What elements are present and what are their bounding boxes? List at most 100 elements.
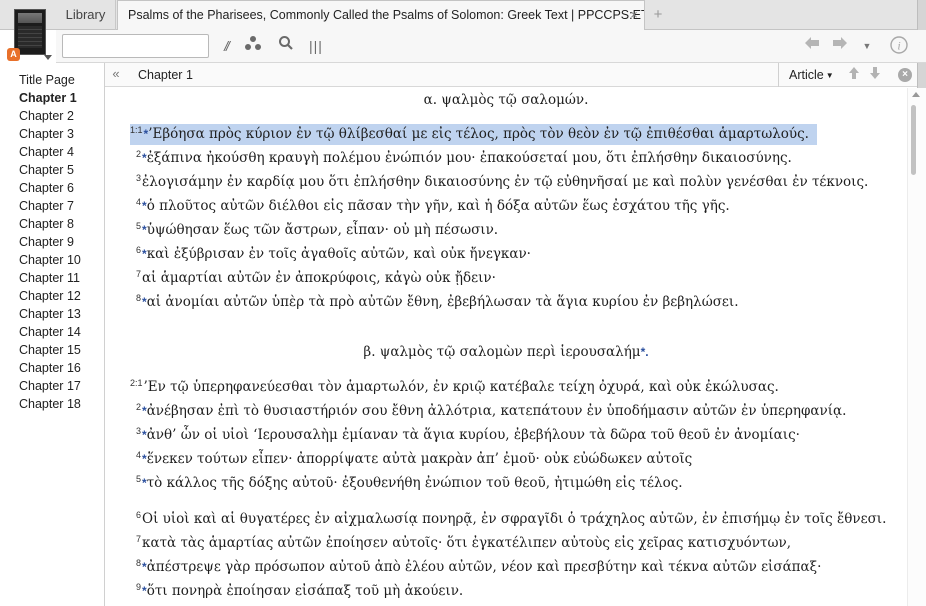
next-section-icon[interactable]	[867, 66, 883, 84]
toc-chapter-4[interactable]: Chapter 4	[0, 143, 104, 161]
toc-title-page[interactable]: Title Page	[0, 71, 104, 89]
verse-number: 7	[136, 269, 142, 279]
up-arrow-svg	[849, 67, 859, 79]
content-header-bar: « Chapter 1 Article ▼ ×	[105, 63, 917, 87]
verse-2-5[interactable]: 5*τὸ κάλλος τῆς δόξης αὐτοῦ· ἐξουθενήθη …	[136, 474, 683, 491]
back-arrow-icon[interactable]	[802, 35, 822, 57]
chevron-down-icon: ▼	[825, 71, 834, 80]
search-icon[interactable]	[276, 35, 296, 57]
toc-chapter-15[interactable]: Chapter 15	[0, 341, 104, 359]
toc-chapter-10[interactable]: Chapter 10	[0, 251, 104, 269]
verse-highlight: 1:1*’Εβόησα πρὸς κύριον ἐν τῷ θλίβεσθαί …	[130, 124, 817, 145]
verse-text: κατὰ τὰς ἁμαρτίας αὐτῶν ἐποίησεν αὐτοῖς·…	[142, 535, 791, 551]
psalm-2-heading-text: β. ψαλμὸς τῷ σαλομὼν περὶ ἱερουσαλήμ	[363, 344, 641, 360]
verse-2-3[interactable]: 3*ἀνθ’ ὧν οἱ υἱοὶ ‘Ιερουσαλὴμ ἐμίαναν τὰ…	[136, 426, 800, 443]
verse-number: 9	[136, 582, 142, 592]
toc-chapter-7[interactable]: Chapter 7	[0, 197, 104, 215]
verse-1-4[interactable]: 4*ὁ πλοῦτος αὐτῶν διέλθοι εἰς πᾶσαν τὴν …	[136, 197, 730, 214]
verse-2-7[interactable]: 7κατὰ τὰς ἁμαρτίας αὐτῶν ἐποίησεν αὐτοῖς…	[136, 534, 791, 551]
columns-icon[interactable]: |||	[306, 35, 326, 57]
verse-text: ἀπέστρεψε γὰρ πρόσωπον αὐτοῦ ἀπὸ ἐλέου α…	[146, 559, 822, 575]
verse-text: ἐξάπινα ἠκούσθη κραυγὴ πολέμου ἐνώπιόν μ…	[146, 150, 792, 166]
down-arrow-svg	[870, 67, 880, 79]
forward-arrow-svg	[833, 37, 847, 49]
scrollbar-thumb[interactable]	[911, 105, 916, 175]
visual-filter-icon[interactable]	[243, 35, 263, 57]
toc-chapter-2[interactable]: Chapter 2	[0, 107, 104, 125]
verse-text: καὶ ἐξύβρισαν ἐν τοῖς ἀγαθοῖς αὐτῶν, καὶ…	[146, 246, 531, 262]
toc-chapter-9[interactable]: Chapter 9	[0, 233, 104, 251]
verse-2-9[interactable]: 9*ὅτι πονηρὰ ἐποίησαν εἰσάπαξ τοῦ μὴ ἀκο…	[136, 582, 463, 599]
verse-text: ὅτι πονηρὰ ἐποίησαν εἰσάπαξ τοῦ μὴ ἀκούε…	[146, 583, 464, 599]
verse-1-2[interactable]: 2*ἐξάπινα ἠκούσθη κραυγὴ πολέμου ἐνώπιόν…	[136, 149, 792, 166]
verse-2-6[interactable]: 6Οἱ υἱοὶ καὶ αἱ θυγατέρες ἐν αἰχμαλωσίᾳ …	[136, 510, 886, 527]
toc-chapter-14[interactable]: Chapter 14	[0, 323, 104, 341]
toc-chapter-16[interactable]: Chapter 16	[0, 359, 104, 377]
toc-chapter-5[interactable]: Chapter 5	[0, 161, 104, 179]
view-mode-dropdown[interactable]: Article ▼	[778, 63, 834, 87]
tab-title: Psalms of the Pharisees, Commonly Called…	[128, 8, 645, 22]
verse-text: ἕνεκεν τούτων εἶπεν· ἀπορρίψατε αὐτὰ μακ…	[146, 451, 693, 467]
reading-pane: α. ψαλμὸς τῷ σαλομών. 1:1*’Εβόησα πρὸς κ…	[105, 88, 907, 606]
tab-active-resource[interactable]: Psalms of the Pharisees, Commonly Called…	[117, 0, 645, 31]
verse-text: ἐλογισάμην ἐν καρδίᾳ μου ὅτι ἐπλήσθην δι…	[142, 174, 869, 190]
toc-chapter-18[interactable]: Chapter 18	[0, 395, 104, 413]
verse-text: αἱ ἁμαρτίαι αὐτῶν ἐν ἀποκρύφοις, κἀγὼ οὐ…	[142, 270, 496, 286]
verse-1-6[interactable]: 6*καὶ ἐξύβρισαν ἐν τοῖς ἀγαθοῖς αὐτῶν, κ…	[136, 245, 531, 262]
verse-1-5[interactable]: 5*ὑψώθησαν ἕως τῶν ἄστρων, εἶπαν· οὐ μὴ …	[136, 221, 498, 238]
reference-input[interactable]	[62, 34, 209, 58]
forward-arrow-icon[interactable]	[830, 35, 850, 57]
verse-2-2[interactable]: 2*ἀνέβησαν ἐπὶ τὸ θυσιαστήριόν σου ἔθνη …	[136, 402, 846, 419]
verse-number: 4	[136, 450, 142, 460]
toc-chapter-8[interactable]: Chapter 8	[0, 215, 104, 233]
psalm-2-heading: β. ψαλμὸς τῷ σαλομὼν περὶ ἱερουσαλήμ*.	[105, 344, 907, 360]
cover-dropdown-caret-icon[interactable]	[44, 55, 52, 60]
toc-chapter-3[interactable]: Chapter 3	[0, 125, 104, 143]
scroll-up-arrow-icon[interactable]	[912, 92, 920, 97]
verse-number: 6	[136, 510, 142, 520]
verse-text: αἱ ἀνομίαι αὐτῶν ὑπὲρ τὰ πρὸ αὐτῶν ἔθνη,…	[146, 294, 739, 310]
verse-text: ’Εβόησα πρὸς κύριον ἐν τῷ θλίβεσθαί με ε…	[148, 126, 809, 142]
verse-2-1[interactable]: 2:1’Εν τῷ ὑπερηφανεύεσθαι τὸν ἁμαρτωλόν,…	[130, 378, 779, 395]
history-dropdown-icon[interactable]: ▼	[859, 35, 875, 57]
info-icon[interactable]: i	[888, 35, 910, 57]
verse-number: 1:1	[130, 125, 143, 135]
info-glyph: i	[897, 39, 900, 53]
verse-number: 5	[136, 474, 142, 484]
verse-number: 7	[136, 534, 142, 544]
verse-text: ἀνέβησαν ἐπὶ τὸ θυσιαστήριόν σου ἔθνη ἀλ…	[146, 403, 847, 419]
toc-chapter-12[interactable]: Chapter 12	[0, 287, 104, 305]
close-panel-icon[interactable]: ×	[898, 68, 912, 82]
verse-text: ἀνθ’ ὧν οἱ υἱοὶ ‘Ιερουσαλὴμ ἐμίαναν τὰ ἅ…	[146, 427, 800, 443]
textual-note-marker[interactable]: *.	[641, 345, 649, 359]
toc-chapter-13[interactable]: Chapter 13	[0, 305, 104, 323]
verse-text: ὁ πλοῦτος αὐτῶν διέλθοι εἰς πᾶσαν τὴν γῆ…	[146, 198, 730, 214]
verse-1-8[interactable]: 8*αἱ ἀνομίαι αὐτῶν ὑπὲρ τὰ πρὸ αὐτῶν ἔθν…	[136, 293, 739, 310]
psalm-1-heading: α. ψαλμὸς τῷ σαλομών.	[423, 92, 589, 108]
toc-chapter-11[interactable]: Chapter 11	[0, 269, 104, 287]
verse-1-1[interactable]: 1:1*’Εβόησα πρὸς κύριον ἐν τῷ θλίβεσθαί …	[130, 124, 817, 145]
verse-number: 3	[136, 173, 142, 183]
resource-toolbar: // ||| ▼ i	[56, 30, 926, 63]
tab-close-icon[interactable]: ×	[626, 0, 642, 30]
collapse-sidebar-icon[interactable]: «	[108, 63, 124, 87]
toc-chapter-6[interactable]: Chapter 6	[0, 179, 104, 197]
toc-chapter-1[interactable]: Chapter 1	[0, 89, 104, 107]
view-mode-label: Article	[789, 68, 824, 82]
add-tab-icon[interactable]: +	[650, 0, 666, 30]
parallel-resources-icon[interactable]: //	[216, 35, 236, 57]
vertical-scrollbar[interactable]	[907, 88, 926, 606]
verse-2-8[interactable]: 8*ἀπέστρεψε γὰρ πρόσωπον αὐτοῦ ἀπὸ ἐλέου…	[136, 558, 821, 575]
info-svg: i	[890, 36, 908, 54]
resource-badge-icon: A	[7, 48, 20, 61]
verse-2-4[interactable]: 4*ἕνεκεν τούτων εἶπεν· ἀπορρίψατε αὐτὰ μ…	[136, 450, 692, 467]
tab-library[interactable]: Library	[56, 0, 116, 30]
visual-filter-svg	[245, 36, 261, 50]
previous-section-icon[interactable]	[846, 66, 862, 84]
toc-chapter-17[interactable]: Chapter 17	[0, 377, 104, 395]
verse-1-7[interactable]: 7αἱ ἁμαρτίαι αὐτῶν ἐν ἀποκρύφοις, κἀγὼ ο…	[136, 269, 496, 286]
verse-number: 5	[136, 221, 142, 231]
verse-text: ’Εν τῷ ὑπερηφανεύεσθαι τὸν ἁμαρτωλόν, ἐν…	[143, 379, 779, 395]
current-chapter-label: Chapter 1	[138, 68, 193, 82]
verse-1-3[interactable]: 3ἐλογισάμην ἐν καρδίᾳ μου ὅτι ἐπλήσθην δ…	[136, 173, 868, 190]
